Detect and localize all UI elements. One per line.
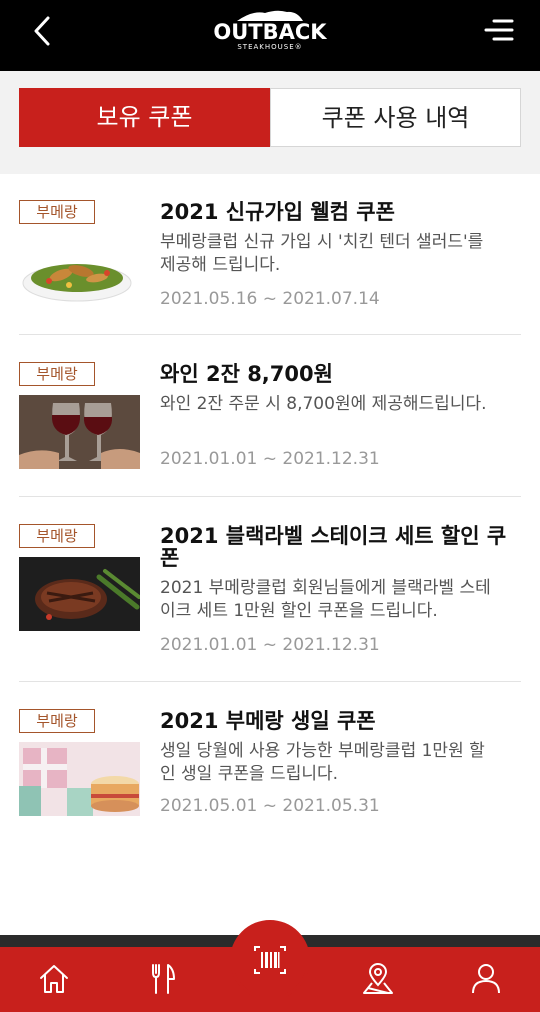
tab-my-coupons[interactable]: 보유 쿠폰: [19, 88, 270, 147]
coupon-item[interactable]: 부메랑 와인 2잔 8,700원 와인 2잔 주문 시 8,700원에 제공해드…: [19, 362, 521, 472]
coupon-description: 와인 2잔 주문 시 8,700원에 제공해드립니다.: [160, 394, 487, 414]
coupon-image-wine: [19, 395, 140, 469]
menu-icon[interactable]: [482, 14, 516, 48]
coupon-title: 2021 부메랑 생일 쿠폰: [160, 709, 376, 733]
coupon-title: 와인 2잔 8,700원: [160, 362, 333, 386]
back-icon[interactable]: [24, 12, 64, 52]
tab-bar: 보유 쿠폰 쿠폰 사용 내역: [0, 71, 540, 174]
coupon-description-line2: 제공해 드립니다.: [160, 255, 281, 275]
logo-subtext: STEAKHOUSE®: [237, 43, 303, 51]
divider: [19, 334, 521, 335]
coupon-item[interactable]: 부메랑 2021 블랙라벨 스테이크 세트 할인 쿠 폰 2021 부메랑클럽 …: [19, 524, 521, 659]
restaurant-icon[interactable]: [144, 961, 180, 997]
coupon-image-birthday: [19, 742, 140, 816]
coupon-item[interactable]: 부메랑 2021 부메랑 생일 쿠폰 생일 당월에 사용 가능한 부메랑클럽 1…: [19, 709, 521, 819]
coupon-description-line1: 부메랑클럽 신규 가입 시 '치킨 텐더 샐러드'를: [160, 232, 484, 252]
coupon-validity: 2021.01.01 ~ 2021.12.31: [160, 635, 380, 655]
barcode-scan-icon: [254, 946, 286, 974]
logo-text: OUTBACK: [213, 20, 327, 44]
coupon-validity: 2021.01.01 ~ 2021.12.31: [160, 449, 380, 469]
home-icon[interactable]: [36, 961, 72, 997]
location-icon[interactable]: [360, 961, 396, 997]
coupon-description-line1: 생일 당월에 사용 가능한 부메랑클럽 1만원 할: [160, 741, 485, 761]
coupon-badge: 부메랑: [19, 524, 95, 548]
coupon-validity: 2021.05.01 ~ 2021.05.31: [160, 796, 380, 816]
divider: [19, 496, 521, 497]
tab-coupon-history[interactable]: 쿠폰 사용 내역: [270, 88, 521, 147]
coupon-image-salad: [19, 233, 140, 307]
barcode-scan-button[interactable]: [230, 920, 310, 1000]
coupon-image-steak: [19, 557, 140, 631]
coupon-item[interactable]: 부메랑 2021 신규가입 웰컴 쿠폰 부메랑클럽 신규 가입 시 '치킨 텐더…: [19, 200, 521, 315]
coupon-description-line2: 인 생일 쿠폰을 드립니다.: [160, 764, 339, 784]
coupon-badge: 부메랑: [19, 362, 95, 386]
app-header: OUTBACK STEAKHOUSE®: [0, 0, 540, 71]
coupon-title-line2: 폰: [160, 546, 180, 570]
coupon-badge: 부메랑: [19, 709, 95, 733]
coupon-title: 2021 신규가입 웰컴 쿠폰: [160, 200, 395, 224]
user-icon[interactable]: [468, 961, 504, 997]
coupon-badge: 부메랑: [19, 200, 95, 224]
coupon-description-line1: 2021 부메랑클럽 회원님들에게 블랙라벨 스테: [160, 578, 491, 598]
divider: [19, 681, 521, 682]
coupon-title-line1: 2021 블랙라벨 스테이크 세트 할인 쿠: [160, 524, 507, 548]
outback-logo: OUTBACK STEAKHOUSE®: [205, 9, 335, 55]
coupon-description-line2: 이크 세트 1만원 할인 쿠폰을 드립니다.: [160, 601, 438, 621]
coupon-validity: 2021.05.16 ~ 2021.07.14: [160, 289, 380, 309]
